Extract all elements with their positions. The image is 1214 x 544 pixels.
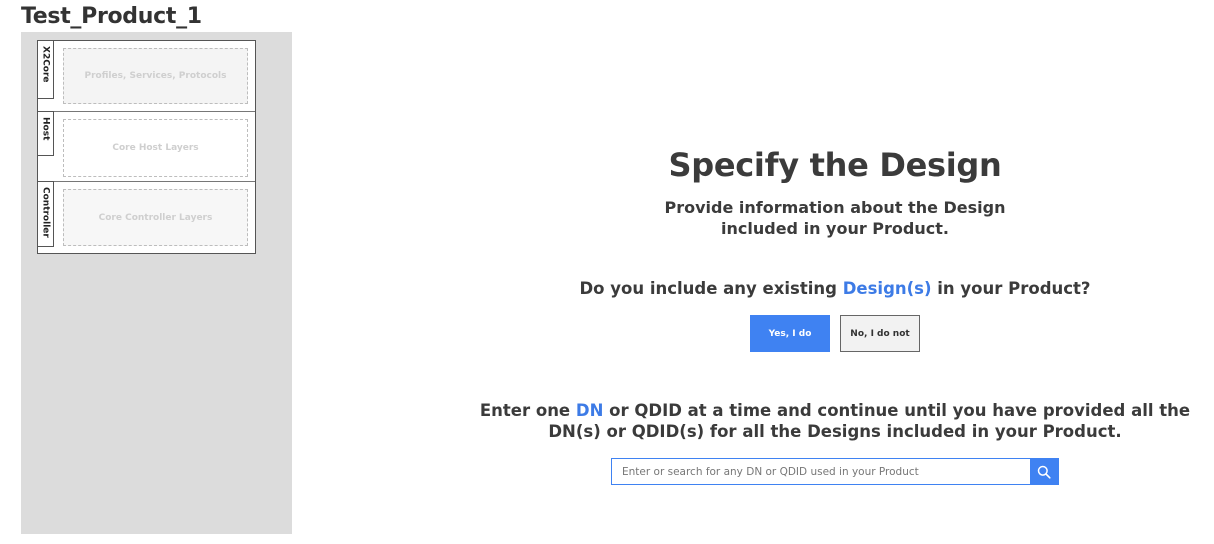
- layer-slot-controller[interactable]: Core Controller Layers: [63, 189, 248, 246]
- instruction-line1-suffix: or QDID at a time and continue until you…: [603, 401, 1191, 420]
- subheading-line-1: Provide information about the Design: [664, 198, 1006, 217]
- layer-tab-controller[interactable]: Controller: [37, 181, 54, 247]
- page-heading: Specify the Design: [668, 146, 1002, 184]
- layer-slot-profiles[interactable]: Profiles, Services, Protocols: [63, 48, 248, 104]
- search-button[interactable]: [1030, 459, 1058, 484]
- layer-host: Host Core Host Layers: [37, 111, 255, 181]
- design-question: Do you include any existing Design(s) in…: [460, 279, 1210, 298]
- dn-search-box: [611, 458, 1059, 485]
- no-button[interactable]: No, I do not: [840, 315, 920, 352]
- yes-button[interactable]: Yes, I do: [750, 315, 830, 352]
- layer-controller: Controller Core Controller Layers: [37, 181, 255, 253]
- product-title: Test_Product_1: [21, 4, 202, 29]
- layer-diagram-panel: X2Core Profiles, Services, Protocols Hos…: [21, 32, 292, 534]
- question-prefix: Do you include any existing: [579, 279, 843, 298]
- layer-x2core: X2Core Profiles, Services, Protocols: [37, 40, 255, 111]
- dn-link[interactable]: DN: [576, 401, 604, 420]
- layer-tab-x2core[interactable]: X2Core: [37, 40, 54, 99]
- instruction-line-1: Enter one DN or QDID at a time and conti…: [460, 400, 1210, 421]
- layer-tab-host[interactable]: Host: [37, 111, 54, 156]
- layer-tab-label: X2Core: [40, 46, 51, 83]
- search-icon: [1037, 465, 1051, 479]
- designs-link[interactable]: Design(s): [843, 279, 932, 298]
- question-suffix: in your Product?: [931, 279, 1091, 298]
- layer-tab-label: Host: [40, 117, 51, 141]
- dn-search-input[interactable]: [612, 459, 1030, 484]
- instruction-line-2: DN(s) or QDID(s) for all the Designs inc…: [548, 422, 1122, 441]
- layer-tab-label: Controller: [40, 187, 51, 238]
- instruction-prefix: Enter one: [479, 401, 576, 420]
- instruction-text: Enter one DN or QDID at a time and conti…: [460, 400, 1210, 442]
- subheading-line-2: included in your Product.: [721, 219, 949, 238]
- page-subheading: Provide information about the Design inc…: [460, 197, 1210, 239]
- layer-slot-host[interactable]: Core Host Layers: [63, 119, 248, 177]
- layer-stack: X2Core Profiles, Services, Protocols Hos…: [37, 40, 256, 254]
